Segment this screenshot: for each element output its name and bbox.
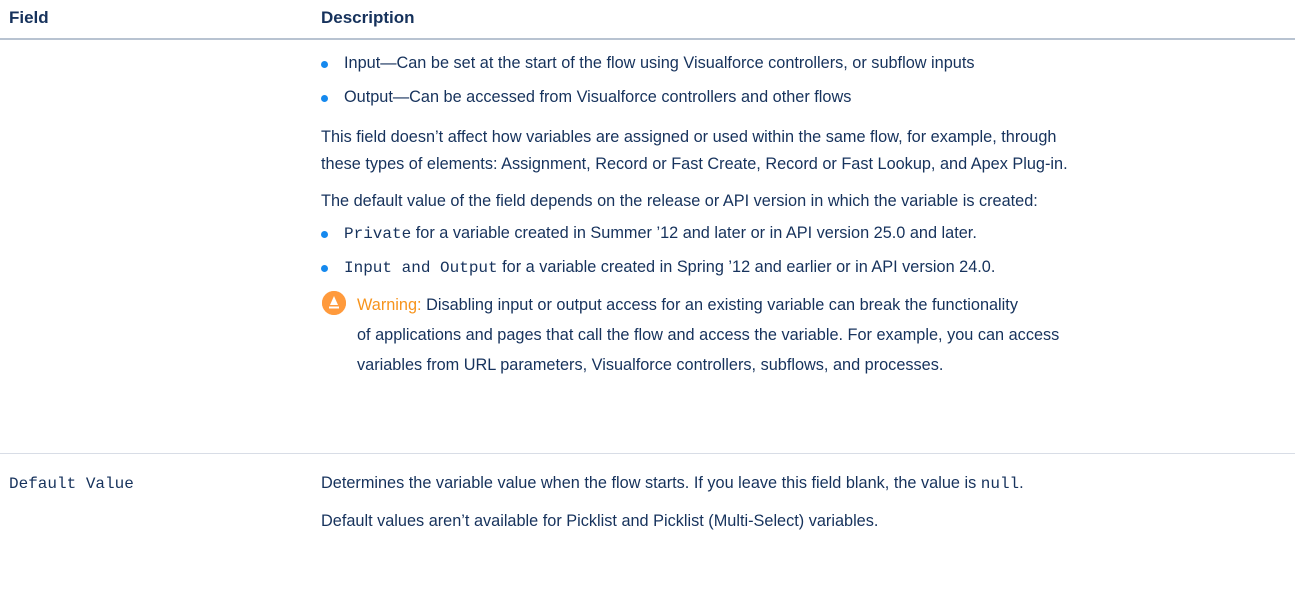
- paragraph-affect-line-2: these types of elements: Assignment, Rec…: [321, 155, 1068, 173]
- bullet-dot-icon: [321, 95, 328, 102]
- code-input-and-output: Input and Output: [344, 259, 498, 277]
- warning-icon: [322, 291, 346, 315]
- description-cell: Input—Can be set at the start of the flo…: [321, 40, 1281, 454]
- default-value-text: Determines the variable value when the f…: [321, 474, 981, 492]
- warning-text-line-1: Disabling input or output access for an …: [421, 296, 1018, 314]
- bullet-dot-icon: [321, 61, 328, 68]
- default-value-description-line-1: Determines the variable value when the f…: [321, 470, 1024, 498]
- bullet-dot-icon: [321, 265, 328, 272]
- warning-label: Warning:: [357, 296, 422, 314]
- table-row: Input—Can be set at the start of the flo…: [0, 40, 1295, 454]
- bullet-io-description: for a variable created in Spring ’12 and…: [497, 258, 996, 276]
- warning-line-1: Warning: Disabling input or output acces…: [357, 290, 1287, 320]
- paragraph-affect-line-1: This field doesn’t affect how variables …: [321, 128, 1057, 146]
- warning-text: Warning: Disabling input or output acces…: [357, 290, 1287, 380]
- bullet-text-input-output: Input and Output for a variable created …: [344, 254, 995, 282]
- table-row: Default Value Determines the variable va…: [0, 454, 1295, 607]
- code-private: Private: [344, 225, 412, 243]
- paragraph-default-value-intro: The default value of the field depends o…: [321, 192, 1038, 210]
- warning-line-3: variables from URL parameters, Visualfor…: [357, 356, 944, 374]
- bullet-text-input: Input—Can be set at the start of the flo…: [344, 54, 975, 72]
- period: .: [1019, 474, 1024, 492]
- column-header-description: Description: [321, 8, 415, 27]
- field-name-default-value: Default Value: [9, 475, 134, 493]
- warning-callout: Warning: Disabling input or output acces…: [321, 290, 1281, 400]
- bullet-text-private: Private for a variable created in Summer…: [344, 220, 977, 248]
- table-header-row: Field Description: [0, 0, 1295, 40]
- bullet-private-description: for a variable created in Summer ’12 and…: [411, 224, 977, 242]
- code-null: null: [980, 475, 1020, 493]
- warning-line-2: of applications and pages that call the …: [357, 326, 1060, 344]
- bullet-text-output: Output—Can be accessed from Visualforce …: [344, 88, 852, 106]
- default-value-description-line-2: Default values aren’t available for Pick…: [321, 512, 879, 530]
- field-description-table: Field Description Input—Can be set at th…: [0, 0, 1295, 607]
- column-header-field: Field: [9, 8, 49, 27]
- bullet-dot-icon: [321, 231, 328, 238]
